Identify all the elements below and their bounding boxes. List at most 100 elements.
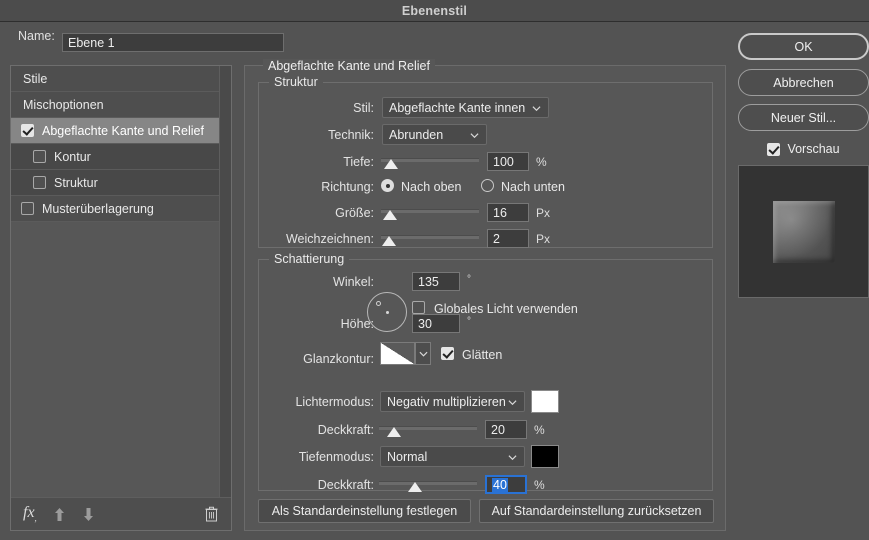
checkbox-icon[interactable]	[21, 124, 34, 137]
deckkraft-licht-input[interactable]: 20	[485, 420, 527, 439]
fx-icon[interactable]: fx,	[23, 504, 37, 523]
cancel-button[interactable]: Abbrechen	[738, 69, 869, 96]
sidebar-item-abgeflachte-kante-und-relief[interactable]: Abgeflachte Kante und Relief	[11, 118, 231, 144]
lichtermodus-select[interactable]: Negativ multiplizieren	[380, 391, 525, 412]
richtung-radio-up[interactable]	[381, 179, 394, 192]
slider-thumb[interactable]	[384, 159, 398, 169]
sidebar-item-kontur[interactable]: Kontur	[11, 144, 231, 170]
new-style-button-label: Neuer Stil...	[770, 110, 837, 125]
glanzkontur-dropdown-button[interactable]	[415, 342, 431, 365]
reset-default-button-label: Auf Standardeinstellung zurücksetzen	[491, 504, 702, 518]
weichzeichnen-slider[interactable]	[381, 232, 479, 248]
new-style-button[interactable]: Neuer Stil...	[738, 104, 869, 131]
checkbox-icon[interactable]	[21, 202, 34, 215]
tiefe-unit: %	[536, 155, 547, 169]
layer-style-dialog: Ebenenstil Name: Ebene 1 Stile Mischopti…	[0, 0, 869, 540]
glaetten-checkbox[interactable]	[441, 347, 454, 360]
tiefe-input[interactable]: 100	[487, 152, 529, 171]
sidebar-item-label: Mischoptionen	[23, 97, 104, 112]
winkel-input[interactable]: 135	[412, 272, 460, 291]
slider-thumb[interactable]	[382, 236, 396, 246]
lichtermodus-label: Lichtermodus:	[295, 395, 374, 409]
schattierung-fieldset: Schattierung Winkel: 135 ° Globales Lich…	[258, 252, 713, 494]
technik-label: Technik:	[328, 128, 374, 142]
checkbox-icon[interactable]	[33, 176, 46, 189]
angle-dial-handle[interactable]	[376, 301, 381, 306]
sidebar-item-stile[interactable]: Stile	[11, 66, 231, 92]
effects-list-scrollbar[interactable]	[219, 66, 231, 497]
tiefe-slider[interactable]	[381, 155, 479, 171]
sidebar-item-struktur[interactable]: Struktur	[11, 170, 231, 196]
tiefenmodus-label: Tiefenmodus:	[298, 450, 374, 464]
hoehe-label: Höhe:	[340, 317, 374, 331]
window-title: Ebenenstil	[401, 3, 468, 18]
deckkraft-licht-unit: %	[534, 423, 545, 437]
effects-sidebar: Stile Mischoptionen Abgeflachte Kante un…	[10, 65, 232, 531]
weichzeichnen-label: Weichzeichnen:	[285, 232, 374, 246]
checkbox-icon[interactable]	[33, 150, 46, 163]
sidebar-item-mischoptionen[interactable]: Mischoptionen	[11, 92, 231, 118]
struktur-legend: Struktur	[269, 75, 323, 89]
glanzkontur-thumbnail[interactable]	[380, 342, 415, 365]
weichzeichnen-unit: Px	[536, 232, 551, 246]
weichzeichnen-input[interactable]: 2	[487, 229, 529, 248]
winkel-unit: °	[467, 274, 471, 285]
groesse-input[interactable]: 16	[487, 203, 529, 222]
reset-default-button[interactable]: Auf Standardeinstellung zurücksetzen	[479, 499, 714, 523]
deckkraft-tiefe-slider[interactable]	[379, 478, 477, 494]
set-default-button[interactable]: Als Standardeinstellung festlegen	[258, 499, 471, 523]
ok-button-label: OK	[794, 39, 813, 54]
contour-curve-icon	[381, 343, 414, 364]
technik-select-value: Abrunden	[389, 127, 444, 142]
chevron-down-icon	[470, 133, 479, 139]
tiefe-input-value: 100	[493, 154, 514, 169]
effects-footer-toolbar: fx,	[11, 497, 231, 530]
deckkraft-licht-slider[interactable]	[379, 423, 477, 439]
slider-track	[379, 481, 477, 485]
section-title: Abgeflachte Kante und Relief	[263, 59, 435, 73]
angle-dial-center	[386, 311, 389, 314]
sidebar-item-label: Struktur	[54, 175, 98, 190]
lichtermodus-select-value: Negativ multiplizieren	[387, 394, 506, 409]
deckkraft-tiefe-input[interactable]: 40	[485, 475, 527, 494]
chevron-down-icon	[418, 351, 428, 357]
preview-checkbox[interactable]	[767, 142, 781, 156]
groesse-slider[interactable]	[381, 206, 479, 222]
winkel-label: Winkel:	[333, 275, 374, 289]
trash-icon[interactable]	[205, 506, 218, 522]
stil-select[interactable]: Abgeflachte Kante innen	[382, 97, 549, 118]
effects-list-empty-area	[11, 222, 219, 497]
glaetten-label[interactable]: Glätten	[462, 348, 502, 362]
sidebar-item-label: Musterüberlagerung	[42, 201, 154, 216]
slider-thumb[interactable]	[383, 210, 397, 220]
richtung-radio-down[interactable]	[481, 179, 494, 192]
richtung-label: Richtung:	[321, 180, 374, 194]
sidebar-item-musterueberlagerung[interactable]: Musterüberlagerung	[11, 196, 231, 222]
schattierung-legend: Schattierung	[269, 252, 350, 266]
sidebar-item-label: Stile	[23, 71, 48, 86]
technik-select[interactable]: Abrunden	[382, 124, 487, 145]
ok-button[interactable]: OK	[738, 33, 869, 60]
hoehe-input-value: 30	[418, 316, 432, 331]
tiefenmodus-color-swatch[interactable]	[531, 445, 559, 468]
title-bar: Ebenenstil	[0, 0, 869, 22]
richtung-up-label[interactable]: Nach oben	[401, 180, 461, 194]
preview-label: Vorschau	[787, 142, 840, 156]
slider-thumb[interactable]	[408, 482, 422, 492]
preview-row[interactable]: Vorschau	[738, 140, 869, 158]
arrow-up-icon[interactable]	[53, 507, 66, 522]
preview-thumbnail-image	[772, 200, 835, 263]
arrow-down-icon[interactable]	[82, 507, 95, 522]
tiefenmodus-select[interactable]: Normal	[380, 446, 525, 467]
richtung-down-label[interactable]: Nach unten	[501, 180, 565, 194]
tiefenmodus-select-value: Normal	[387, 449, 428, 464]
name-input[interactable]: Ebene 1	[62, 33, 284, 52]
slider-thumb[interactable]	[387, 427, 401, 437]
globales-licht-checkbox[interactable]	[412, 301, 425, 314]
hoehe-input[interactable]: 30	[412, 314, 460, 333]
deckkraft-licht-input-value: 20	[491, 422, 505, 437]
lichtermodus-color-swatch[interactable]	[531, 390, 559, 413]
cancel-button-label: Abbrechen	[773, 75, 834, 90]
struktur-fieldset: Struktur Stil: Abgeflachte Kante innen T…	[258, 75, 713, 248]
groesse-input-value: 16	[493, 205, 507, 220]
